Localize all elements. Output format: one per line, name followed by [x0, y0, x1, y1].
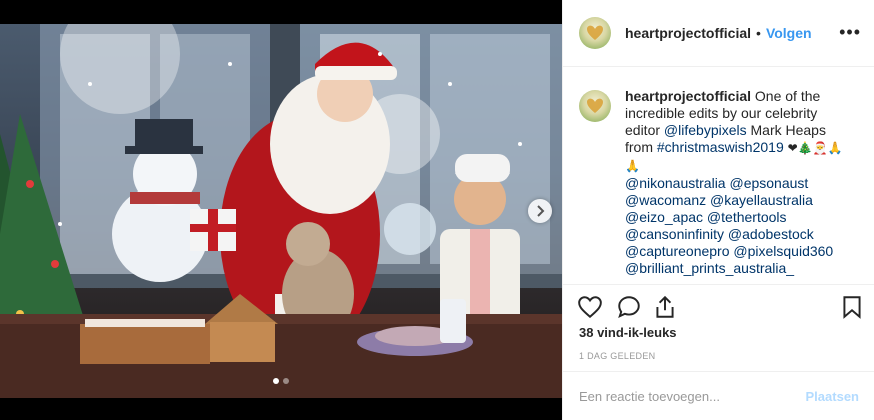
caption-username[interactable]: heartprojectofficial — [625, 88, 751, 104]
post-header: heartprojectofficial • Volgen ••• — [563, 0, 874, 67]
mention-links[interactable]: @cansoninfinity @adobestock — [625, 226, 855, 243]
likes-count[interactable]: 38 vind-ik-leuks — [579, 325, 677, 340]
comment-input[interactable] — [579, 388, 806, 404]
post-media — [0, 0, 562, 420]
post-side-panel: heartprojectofficial • Volgen ••• heartp… — [562, 0, 874, 420]
username-link[interactable]: heartprojectofficial — [625, 25, 751, 41]
heart-logo-icon — [587, 25, 603, 40]
mention-links[interactable]: @nikonaustralia @epsonaust — [625, 175, 855, 192]
mention-links[interactable]: @captureonepro @pixelsquid360 — [625, 243, 855, 260]
heart-logo-icon — [587, 98, 603, 113]
bookmark-icon[interactable] — [839, 294, 865, 320]
hashtag-link[interactable]: #christmaswish2019 — [657, 139, 784, 155]
comment-icon[interactable] — [616, 294, 642, 320]
post-photo[interactable] — [0, 24, 562, 398]
mention-links[interactable]: @wacomanz @kayellaustralia — [625, 192, 855, 209]
christmas-scene-illustration — [0, 24, 562, 398]
follow-button[interactable]: Volgen — [766, 25, 812, 41]
post-actions — [563, 284, 874, 328]
post-caption: heartprojectofficial One of the incredib… — [579, 88, 869, 277]
post-comment-button[interactable]: Plaatsen — [806, 389, 859, 404]
mention-link[interactable]: @lifebypixels — [664, 122, 747, 138]
carousel-dot-active — [273, 378, 279, 384]
comment-form: Plaatsen — [563, 371, 874, 420]
chevron-right-icon — [537, 205, 545, 217]
carousel-indicator — [0, 378, 562, 384]
caption-text: heartprojectofficial One of the incredib… — [625, 88, 855, 277]
heart-icon[interactable] — [577, 294, 603, 320]
mention-links[interactable]: @brilliant_prints_australia_ — [625, 260, 855, 277]
separator-dot: • — [756, 25, 761, 41]
next-slide-button[interactable] — [528, 199, 552, 223]
mention-links[interactable]: @eizo_apac @tethertools — [625, 209, 855, 226]
carousel-dot — [283, 378, 289, 384]
instagram-post: heartprojectofficial • Volgen ••• heartp… — [0, 0, 874, 420]
more-icon[interactable]: ••• — [839, 22, 861, 43]
share-icon[interactable] — [652, 294, 678, 320]
avatar[interactable] — [579, 90, 611, 122]
avatar[interactable] — [579, 17, 611, 49]
post-timestamp[interactable]: 1 DAG GELEDEN — [579, 351, 655, 361]
